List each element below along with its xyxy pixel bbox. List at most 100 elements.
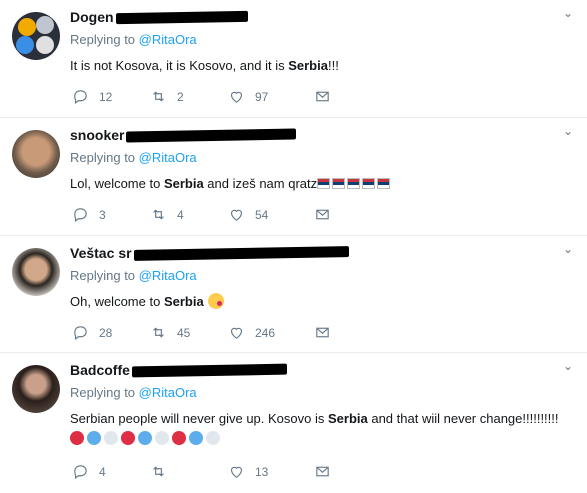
retweet-icon xyxy=(153,466,164,477)
reply-handle-link[interactable]: @RitaOra xyxy=(139,268,197,283)
tweet-text: Serbian people will never give up. Kosov… xyxy=(70,409,565,449)
reply-count: 3 xyxy=(99,207,106,222)
tweet-text-bold: Serbia xyxy=(163,294,204,309)
colored-circles xyxy=(70,431,223,446)
replying-to-label: Replying to xyxy=(70,385,136,400)
reply-count: 4 xyxy=(99,464,106,479)
heart-icon xyxy=(230,91,243,103)
like-count: 54 xyxy=(255,207,269,222)
avatar[interactable] xyxy=(12,130,60,178)
retweet-button[interactable]: 2 xyxy=(150,88,208,105)
avatar[interactable] xyxy=(12,248,60,296)
tweet[interactable]: Veštac sr ⌄ Replying to @RitaOra Oh, wel… xyxy=(0,236,587,353)
tweet-actions: 4 13 xyxy=(72,463,351,480)
reply-button[interactable]: 28 xyxy=(72,324,130,341)
heart-icon xyxy=(230,327,243,339)
heart-icon xyxy=(230,209,243,221)
redaction-scribble xyxy=(126,128,297,142)
redaction-scribble xyxy=(115,10,248,24)
display-name[interactable]: Badcoffe xyxy=(70,362,130,378)
envelope-icon xyxy=(316,209,329,220)
serbia-flag-icon xyxy=(347,178,361,189)
serbia-flag-icon xyxy=(332,178,346,189)
replying-to: Replying to @RitaOra xyxy=(70,150,197,165)
tweet-text-part: and izeš nam qratz xyxy=(203,176,318,191)
reply-handle-link[interactable]: @RitaOra xyxy=(139,385,197,400)
tweet-header: Veštac sr xyxy=(70,244,349,262)
like-button[interactable]: 246 xyxy=(228,324,294,341)
reply-icon xyxy=(74,465,87,480)
like-button[interactable]: 54 xyxy=(228,206,294,223)
reply-icon xyxy=(74,208,87,223)
replying-to-label: Replying to xyxy=(70,268,136,283)
tweet-text: Oh, welcome to Serbia xyxy=(70,292,565,312)
replying-to-label: Replying to xyxy=(70,150,136,165)
replying-to: Replying to @RitaOra xyxy=(70,268,197,283)
reply-handle-link[interactable]: @RitaOra xyxy=(139,150,197,165)
retweet-button[interactable] xyxy=(150,463,208,480)
like-button[interactable]: 97 xyxy=(228,88,294,105)
retweet-icon xyxy=(153,209,164,220)
replying-to: Replying to @RitaOra xyxy=(70,385,197,400)
red-circle-icon xyxy=(121,431,135,445)
display-name-suffix: sr xyxy=(118,245,132,261)
heart-icon xyxy=(230,466,243,478)
reply-icon xyxy=(74,326,87,341)
tweet-text-part: Lol, welcome to xyxy=(70,176,164,191)
reply-button[interactable]: 3 xyxy=(72,206,130,223)
retweet-button[interactable]: 4 xyxy=(150,206,208,223)
direct-message-button[interactable] xyxy=(314,324,331,341)
tweet-text-bold: Serbia xyxy=(288,58,328,73)
coin-icon xyxy=(18,18,36,36)
tweet-text-bold: Serbia xyxy=(163,176,204,191)
replying-to-label: Replying to xyxy=(70,32,136,47)
white-circle-icon xyxy=(206,431,220,445)
coin-icon xyxy=(16,36,34,54)
like-count: 246 xyxy=(255,325,276,340)
serbia-flag-icon xyxy=(377,178,391,189)
display-name[interactable]: Dogen xyxy=(70,9,114,25)
like-button[interactable]: 13 xyxy=(228,463,294,480)
tweet[interactable]: Dogen ⌄ Replying to @RitaOra It is not K… xyxy=(0,0,587,118)
chevron-down-icon[interactable]: ⌄ xyxy=(563,359,573,373)
chevron-down-icon[interactable]: ⌄ xyxy=(563,124,573,138)
tweet-actions: 12 2 97 xyxy=(72,88,351,105)
reply-count: 12 xyxy=(99,89,113,104)
chevron-down-icon[interactable]: ⌄ xyxy=(563,242,573,256)
coin-icon xyxy=(36,16,54,34)
direct-message-button[interactable] xyxy=(314,463,331,480)
reply-button[interactable]: 4 xyxy=(72,463,130,480)
tweet[interactable]: snooker ⌄ Replying to @RitaOra Lol, welc… xyxy=(0,118,587,236)
tweet-header: Badcoffe xyxy=(70,361,287,379)
tweet[interactable]: Badcoffe ⌄ Replying to @RitaOra Serbian … xyxy=(0,353,587,493)
reply-button[interactable]: 12 xyxy=(72,88,130,105)
tweet-text-part: It is not Kosova, it is Kosovo, and it i… xyxy=(70,58,289,73)
display-name[interactable]: Veštac xyxy=(70,245,114,261)
chevron-down-icon[interactable]: ⌄ xyxy=(563,6,573,20)
retweet-icon xyxy=(153,91,164,102)
direct-message-button[interactable] xyxy=(314,88,331,105)
avatar[interactable] xyxy=(12,365,60,413)
retweet-button[interactable]: 45 xyxy=(150,324,208,341)
blue-circle-icon xyxy=(138,431,152,445)
retweet-count: 4 xyxy=(177,207,184,222)
winking-kiss-emoji-icon xyxy=(207,293,224,309)
serbia-flag-icon xyxy=(362,178,376,189)
retweet-count: 45 xyxy=(177,325,191,340)
tweet-actions: 3 4 54 xyxy=(72,206,351,223)
red-circle-icon xyxy=(172,431,186,445)
reply-handle-link[interactable]: @RitaOra xyxy=(139,32,197,47)
white-circle-icon xyxy=(104,431,118,445)
redaction-scribble xyxy=(133,245,349,261)
tweet-text-bold: Serbia xyxy=(327,411,368,426)
blue-circle-icon xyxy=(87,431,101,445)
envelope-icon xyxy=(316,91,329,102)
avatar[interactable] xyxy=(12,12,60,60)
blue-circle-icon xyxy=(189,431,203,445)
coin-icon xyxy=(36,36,54,54)
tweet-text-part: Serbian people will never give up. Kosov… xyxy=(70,411,328,426)
reply-count: 28 xyxy=(99,325,113,340)
display-name[interactable]: snooker xyxy=(70,127,124,143)
tweet-text-part: !!! xyxy=(327,58,339,73)
direct-message-button[interactable] xyxy=(314,206,331,223)
